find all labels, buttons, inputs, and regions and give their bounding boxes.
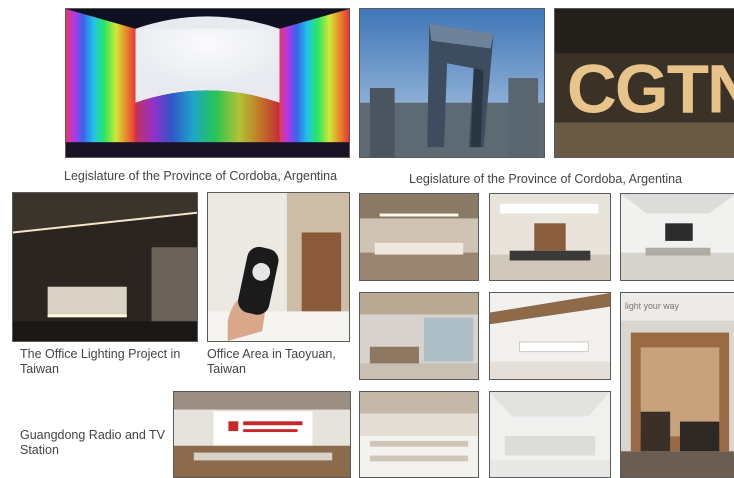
photo-lounge-1 [359, 292, 479, 380]
photo-meeting-room-2 [489, 193, 611, 281]
photo-office-desks [359, 391, 479, 478]
wall-text: light your way [625, 301, 680, 311]
caption-guangdong: Guangdong Radio and TV Station [20, 428, 166, 457]
photo-meeting-room-3 [620, 193, 734, 281]
caption-cordoba-left: Legislature of the Province of Cordoba, … [64, 169, 338, 183]
photo-remote-control [207, 192, 350, 342]
caption-office-taiwan: The Office Lighting Project in Taiwan [20, 347, 181, 376]
photo-cgtn-sign: CGTN [554, 8, 734, 158]
photo-rainbow-hall [65, 8, 350, 158]
photo-light-your-way: light your way [620, 292, 734, 478]
photo-meeting-room-1 [359, 193, 479, 281]
caption-cordoba-right: Legislature of the Province of Cordoba, … [409, 172, 683, 186]
caption-taoyuan: Office Area in Taoyuan, Taiwan [207, 347, 336, 376]
photo-lounge-2 [489, 292, 611, 380]
photo-white-office [489, 391, 611, 478]
cgtn-sign-letters: CGTN [567, 50, 734, 128]
photo-cctv-tower [359, 8, 545, 158]
photo-dark-lobby [12, 192, 198, 342]
photo-guangdong-studio [173, 391, 351, 478]
